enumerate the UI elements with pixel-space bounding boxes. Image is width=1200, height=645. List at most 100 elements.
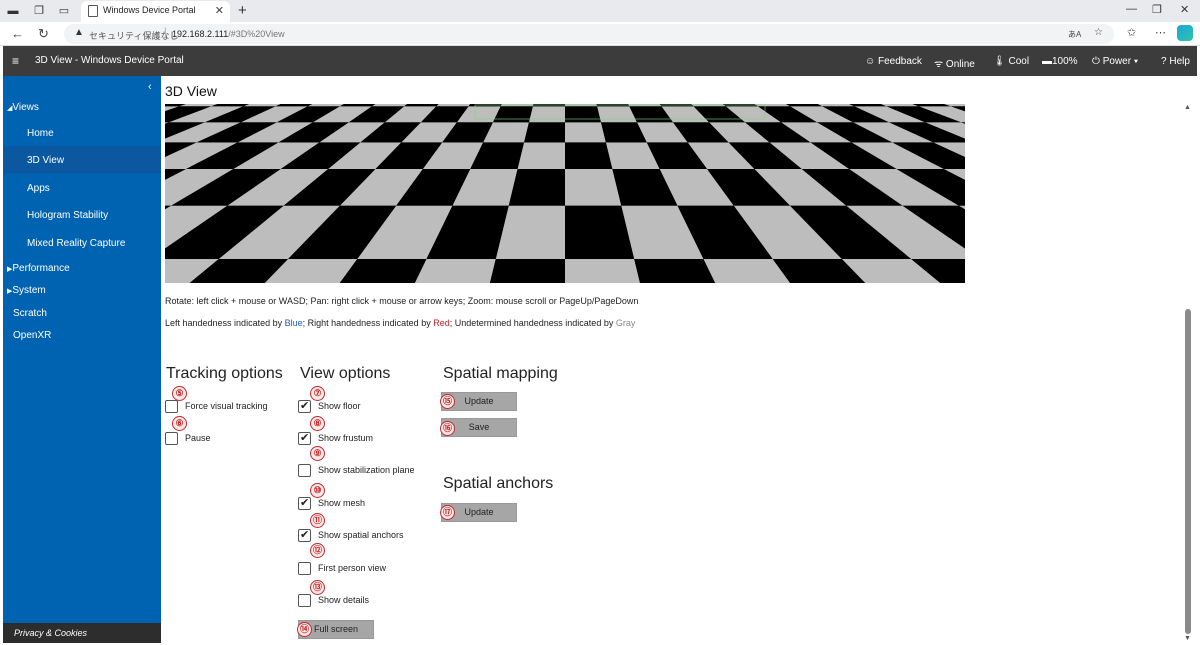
collapse-sidebar-icon[interactable]: ‹ xyxy=(148,81,152,93)
url-separator: | xyxy=(164,27,167,38)
minimize-icon[interactable]: — xyxy=(1126,3,1137,15)
floor-tile xyxy=(565,122,606,143)
spatial-mapping-title: Spatial mapping xyxy=(443,365,558,382)
online-label: Online xyxy=(945,59,975,70)
url-field[interactable]: ▲ セキュリティ保護なし | 192.168.2.111/#3D%20View … xyxy=(64,24,1114,44)
favorites-icon[interactable]: ✩ xyxy=(1127,26,1136,39)
gray-label: Gray xyxy=(615,318,636,328)
tracking-options-title: Tracking options xyxy=(166,365,283,382)
smiley-icon: ☺ xyxy=(865,56,876,67)
checkbox-label: Show stabilization plane xyxy=(318,465,415,475)
checkbox-label: Show details xyxy=(318,595,370,605)
url-path: /#3D%20View xyxy=(228,29,285,39)
checkbox-box[interactable] xyxy=(165,400,178,413)
sidebar-item-label: System xyxy=(12,285,46,296)
page-title: 3D View xyxy=(165,83,217,99)
scrollbar-thumb[interactable] xyxy=(1185,309,1191,634)
checkbox-label: Show floor xyxy=(318,401,361,411)
tab-actions-icon[interactable]: ▭ xyxy=(57,4,71,18)
3d-view-canvas[interactable] xyxy=(165,104,965,283)
url-text[interactable]: 192.168.2.111/#3D%20View xyxy=(172,29,285,39)
floor-tile xyxy=(565,142,613,169)
floor-tile xyxy=(565,106,601,123)
read-aloud-icon[interactable]: あA xyxy=(1068,29,1081,40)
online-status: ᯤ Online xyxy=(934,56,975,70)
view-options-title: View options xyxy=(300,365,391,382)
checkbox-box[interactable] xyxy=(298,431,311,445)
wifi-icon: ᯤ xyxy=(934,59,944,70)
button-label: Full screen xyxy=(313,624,358,634)
battery-label: 100% xyxy=(1052,56,1078,67)
favorite-star-icon[interactable]: ☆ xyxy=(1094,27,1103,38)
feedback-label: Feedback xyxy=(878,56,922,67)
thermal-status: 🌡 Cool xyxy=(993,56,1029,67)
sidebar-item-performance[interactable]: ▶Performance xyxy=(7,263,70,274)
floor-tile xyxy=(565,169,622,206)
sidebar-item-3d-view[interactable]: 3D View xyxy=(27,155,64,166)
checkbox-box[interactable] xyxy=(298,528,311,542)
annotation-marker: ⑫ xyxy=(310,543,325,558)
checkbox-label: First person view xyxy=(318,563,387,573)
hamburger-menu-icon[interactable]: ≡ xyxy=(12,54,19,68)
button-label: Update xyxy=(464,507,494,517)
sidebar-item-hologram-stability[interactable]: Hologram Stability xyxy=(27,210,108,221)
battery-icon: ▬ xyxy=(1042,56,1052,67)
checkbox-label: Pause xyxy=(185,433,211,443)
battery-status: ▬100% xyxy=(1042,56,1078,67)
annotation-marker: ⑪ xyxy=(310,513,325,528)
checkbox-box[interactable] xyxy=(298,562,311,575)
app-title: 3D View - Windows Device Portal xyxy=(35,55,184,66)
scroll-down-icon[interactable]: ▼ xyxy=(1184,635,1191,642)
vertical-scrollbar[interactable]: ▲ ▼ xyxy=(1183,104,1193,642)
caret-down-icon: ▾ xyxy=(1133,56,1139,67)
sidebar-item-views[interactable]: ◢Views xyxy=(7,102,39,113)
sidebar-item-scratch[interactable]: Scratch xyxy=(13,308,47,319)
annotation-marker: ⑥ xyxy=(172,416,187,431)
checkbox-label: Force visual tracking xyxy=(185,401,268,411)
privacy-cookies-link[interactable]: Privacy & Cookies xyxy=(14,628,87,638)
button-label: Update xyxy=(464,396,494,406)
hint-text: ; Undetermined handedness indicated by xyxy=(449,318,616,328)
floor-tile xyxy=(529,106,565,123)
help-label: Help xyxy=(1169,56,1190,67)
close-window-icon[interactable]: ✕ xyxy=(1180,3,1189,16)
annotation-marker: ⑯ xyxy=(440,421,455,436)
help-button[interactable]: ? Help xyxy=(1161,56,1190,67)
more-menu-icon[interactable]: ⋯ xyxy=(1155,26,1166,39)
annotation-marker: ⑦ xyxy=(310,386,325,401)
handedness-hint: Left handedness indicated by Blue; Right… xyxy=(165,318,635,328)
warning-icon[interactable]: ▲ xyxy=(74,27,84,38)
feedback-button[interactable]: ☺ Feedback xyxy=(865,56,922,67)
annotation-marker: ⑩ xyxy=(310,483,325,498)
checkbox-box[interactable] xyxy=(298,399,311,413)
floor-tile xyxy=(517,142,565,169)
checkbox-label: Show frustum xyxy=(318,433,374,443)
browser-tab[interactable]: Windows Device Portal ✕ xyxy=(81,1,230,22)
sidebar-item-system[interactable]: ▶System xyxy=(7,285,46,296)
annotation-marker: ⑤ xyxy=(172,386,187,401)
copilot-icon[interactable] xyxy=(1177,25,1193,41)
checkbox-box[interactable] xyxy=(298,464,311,477)
scroll-up-icon[interactable]: ▲ xyxy=(1184,104,1191,111)
checkbox-box[interactable] xyxy=(298,594,311,607)
sidebar-footer: Privacy & Cookies xyxy=(3,623,161,643)
sidebar-item-mixed-reality-capture[interactable]: Mixed Reality Capture xyxy=(27,238,125,249)
refresh-icon[interactable]: ↻ xyxy=(38,26,49,42)
sidebar-item-home[interactable]: Home xyxy=(27,128,54,139)
address-bar-row: ← ↻ ▲ セキュリティ保護なし | 192.168.2.111/#3D%20V… xyxy=(0,22,1200,46)
checkbox-box[interactable] xyxy=(298,496,311,510)
workspaces-icon[interactable]: ❐ xyxy=(32,4,46,18)
thermometer-icon: 🌡 xyxy=(993,56,1006,67)
floor-tile xyxy=(524,122,565,143)
sidebar-item-apps[interactable]: Apps xyxy=(27,183,50,194)
back-icon[interactable]: ← xyxy=(11,26,24,41)
profile-icon[interactable]: ▬ xyxy=(6,4,20,18)
checkbox-box[interactable] xyxy=(165,432,178,445)
new-tab-icon[interactable]: + xyxy=(238,2,247,19)
power-button[interactable]: ⏻ Power ▾ xyxy=(1092,56,1138,67)
close-tab-icon[interactable]: ✕ xyxy=(215,4,224,17)
hint-text: ; Right handedness indicated by xyxy=(302,318,434,328)
maximize-icon[interactable]: ❐ xyxy=(1152,3,1162,16)
sidebar-item-openxr[interactable]: OpenXR xyxy=(13,330,51,341)
app-header: ≡ 3D View - Windows Device Portal ☺ Feed… xyxy=(3,46,1197,76)
